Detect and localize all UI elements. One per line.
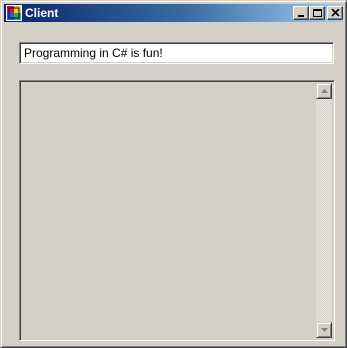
app-window-icon[interactable] xyxy=(6,5,22,21)
minimize-icon xyxy=(298,15,304,17)
title-bar[interactable]: Client xyxy=(4,4,343,22)
maximize-icon xyxy=(313,9,322,17)
scroll-up-arrow-icon xyxy=(321,89,328,93)
display-text-area[interactable] xyxy=(19,80,335,341)
close-button[interactable] xyxy=(327,6,343,20)
window-title: Client xyxy=(25,6,59,20)
scroll-up-button[interactable] xyxy=(316,83,332,99)
maximize-button[interactable] xyxy=(309,6,325,20)
close-icon xyxy=(331,9,340,17)
message-input[interactable]: Programming in C# is fun! xyxy=(19,42,334,64)
scroll-down-button[interactable] xyxy=(316,322,332,338)
client-window: Client Programming in C# is fun! xyxy=(0,0,347,348)
minimize-button[interactable] xyxy=(293,6,309,20)
vertical-scrollbar[interactable] xyxy=(316,83,332,338)
scroll-down-arrow-icon xyxy=(321,328,328,332)
